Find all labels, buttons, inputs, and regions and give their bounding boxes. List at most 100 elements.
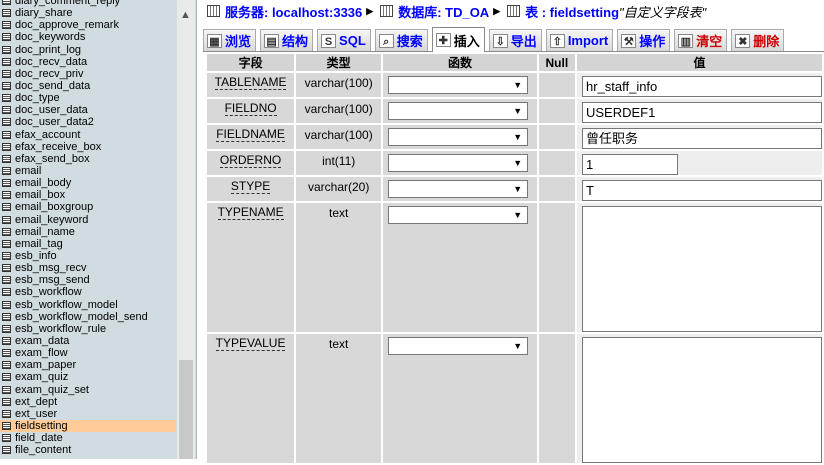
table-list-item[interactable]: exam_flow (0, 347, 176, 359)
empty-icon[interactable]: ▥ (678, 33, 694, 48)
table-list-item-label[interactable]: field_date (15, 432, 63, 444)
table-list-item[interactable]: ext_user (0, 408, 176, 420)
chevron-down-icon[interactable]: ▼ (513, 183, 522, 195)
table-list-item-label[interactable]: email_keyword (15, 214, 88, 226)
insert-icon[interactable]: ✚ (435, 33, 451, 47)
tab-empty[interactable]: ▥ 清空 (674, 29, 728, 51)
table-icon[interactable] (2, 33, 11, 42)
table-icon[interactable] (2, 154, 11, 163)
table-list-item[interactable]: email_body (0, 177, 176, 189)
table-icon[interactable] (2, 434, 11, 443)
table-list-item[interactable]: doc_approve_remark (0, 19, 176, 31)
table-list-item-label[interactable]: diary_share (15, 7, 72, 19)
search-icon[interactable]: ⌕ (378, 33, 394, 48)
tab-label[interactable]: 导出 (511, 31, 537, 50)
scrollbar-thumb[interactable] (179, 360, 193, 459)
table-icon[interactable] (2, 349, 11, 358)
table-list-item-label[interactable]: email_box (15, 189, 65, 201)
table-icon[interactable] (2, 288, 11, 297)
chevron-down-icon[interactable]: ▼ (513, 340, 522, 352)
table-list-item[interactable]: esb_msg_send (0, 274, 176, 286)
table-icon[interactable] (2, 69, 11, 78)
table-list-item-label[interactable]: efax_receive_box (15, 141, 101, 153)
table-list-item-label[interactable]: esb_msg_recv (15, 262, 87, 274)
table-list-item-label[interactable]: doc_print_log (15, 44, 81, 56)
table-list-item-label[interactable]: exam_flow (15, 347, 68, 359)
table-list-item[interactable]: doc_recv_priv (0, 68, 176, 80)
tab-drop[interactable]: ✖ 删除 (731, 29, 785, 51)
table-list-item-label[interactable]: doc_recv_data (15, 56, 87, 68)
table-list-item[interactable]: esb_workflow_model (0, 299, 176, 311)
table-icon[interactable] (2, 0, 11, 6)
tab-label[interactable]: 操作 (639, 31, 665, 50)
browse-icon[interactable]: ▦ (207, 33, 222, 48)
tab-label[interactable]: 删除 (753, 31, 779, 50)
table-list-item-label[interactable]: doc_type (15, 92, 60, 104)
table-list-item[interactable]: doc_send_data (0, 80, 176, 92)
tab-label[interactable]: 搜索 (397, 31, 423, 50)
table-icon[interactable] (2, 21, 11, 30)
table-list-item-label[interactable]: doc_user_data (15, 104, 88, 116)
table-icon[interactable] (2, 142, 11, 151)
chevron-down-icon[interactable]: ▼ (513, 209, 522, 221)
tab-label[interactable]: 浏览 (225, 31, 251, 50)
table-list-item[interactable]: exam_quiz_set (0, 384, 176, 396)
tab-label[interactable]: SQL (339, 33, 366, 48)
table-list-item[interactable]: esb_workflow (0, 286, 176, 298)
export-icon[interactable]: ⇩ (492, 33, 508, 48)
value-input[interactable]: USERDEF1 (581, 102, 822, 123)
table-icon[interactable] (2, 45, 11, 54)
table-icon[interactable] (2, 191, 11, 200)
table-list-item[interactable]: esb_info (0, 250, 176, 262)
tab-operations[interactable]: ⚒ 操作 (617, 29, 671, 51)
table-list-item-label[interactable]: email_body (15, 177, 71, 189)
table-icon[interactable] (2, 203, 11, 212)
table-icon[interactable] (2, 397, 11, 406)
chevron-down-icon[interactable]: ▼ (513, 131, 522, 143)
sql-icon[interactable]: S (321, 33, 337, 48)
function-select[interactable]: ▼ (388, 337, 529, 355)
table-icon[interactable] (2, 264, 11, 273)
table-list-item-label[interactable]: fieldsetting (15, 420, 68, 432)
tab-search[interactable]: ⌕ 搜索 (374, 29, 428, 51)
table-icon[interactable] (2, 300, 11, 309)
table-list-item-label[interactable]: esb_workflow_rule (15, 323, 106, 335)
table-list-item[interactable]: esb_workflow_rule (0, 323, 176, 335)
table-list-item[interactable]: email_name (0, 226, 176, 238)
table-list-item-label[interactable]: exam_data (15, 335, 69, 347)
function-select[interactable]: ▼ (388, 102, 529, 120)
table-icon[interactable] (2, 312, 11, 321)
table-icon[interactable] (2, 385, 11, 394)
breadcrumb-server[interactable]: 服务器: localhost:3336 (225, 2, 362, 21)
table-list-item-label[interactable]: doc_recv_priv (15, 68, 83, 80)
drop-icon[interactable]: ✖ (735, 33, 751, 48)
breadcrumb-table[interactable]: 表 : fieldsetting (525, 2, 619, 21)
table-list-item-label[interactable]: doc_keywords (15, 31, 85, 43)
table-icon[interactable] (2, 337, 11, 345)
table-list-item-label[interactable]: esb_workflow (15, 286, 82, 298)
chevron-down-icon[interactable]: ▼ (513, 105, 522, 117)
table-list-item[interactable]: doc_type (0, 92, 176, 104)
table-list-item[interactable]: efax_account (0, 129, 176, 141)
table-list-item-label[interactable]: doc_approve_remark (15, 19, 119, 31)
table-list-item-label[interactable]: esb_msg_send (15, 274, 90, 286)
table-icon[interactable] (2, 118, 11, 127)
table-icon[interactable] (2, 239, 11, 248)
table-icon[interactable] (2, 373, 11, 382)
value-input[interactable]: 1 (581, 154, 678, 175)
import-icon[interactable]: ⇧ (549, 33, 565, 48)
table-list-item-label[interactable]: esb_workflow_model_send (15, 311, 148, 323)
table-list-item-label[interactable]: email (15, 165, 41, 177)
table-list-item[interactable]: exam_data (0, 335, 176, 347)
table-icon[interactable] (2, 324, 11, 333)
table-list-item[interactable]: email_tag (0, 238, 176, 250)
table-icon[interactable] (2, 252, 11, 261)
tab-label[interactable]: 结构 (282, 31, 308, 50)
table-list-item[interactable]: doc_user_data2 (0, 116, 176, 128)
table-list-item[interactable]: diary_comment_reply (0, 0, 176, 7)
function-select[interactable]: ▼ (388, 76, 529, 94)
table-icon[interactable] (2, 57, 11, 66)
table-list-item[interactable]: esb_msg_recv (0, 262, 176, 274)
table-icon[interactable] (2, 276, 11, 285)
chevron-down-icon[interactable]: ▼ (513, 79, 522, 91)
